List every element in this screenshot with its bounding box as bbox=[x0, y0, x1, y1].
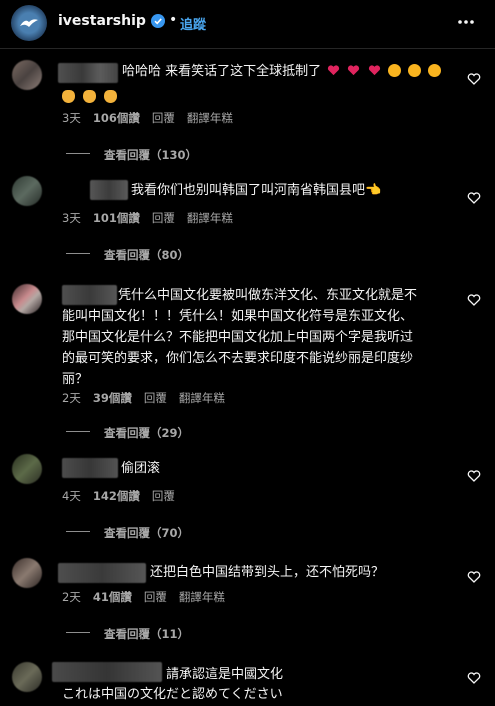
comment-text-line: 丽？ bbox=[62, 372, 89, 387]
comment-text: 偷团滚 bbox=[121, 461, 161, 476]
comment-time: 3天 bbox=[62, 211, 81, 225]
comment-text-line: これは中国の文化だと認めてください bbox=[62, 687, 283, 702]
view-replies-button[interactable]: 查看回覆（130） bbox=[104, 147, 197, 163]
emoji-row-1 bbox=[327, 64, 444, 79]
comment-avatar[interactable] bbox=[12, 60, 42, 90]
likes-count[interactable]: 41個讚 bbox=[93, 590, 132, 604]
like-heart-icon[interactable] bbox=[467, 570, 481, 584]
star-eyes-emoji-icon bbox=[407, 64, 421, 77]
replies-divider bbox=[66, 632, 90, 633]
red-heart-emoji-icon bbox=[328, 65, 340, 76]
commenter-name-blurred[interactable] bbox=[58, 63, 118, 83]
separator-dot: • bbox=[169, 12, 178, 28]
like-heart-icon[interactable] bbox=[467, 469, 481, 483]
translate-button[interactable]: 翻譯年糕 bbox=[187, 111, 233, 125]
clapping-hands-emoji-icon bbox=[83, 90, 97, 103]
verified-badge-icon bbox=[151, 14, 165, 28]
comment-meta: 3天 106個讚 回覆 翻譯年糕 bbox=[62, 110, 245, 126]
likes-count[interactable]: 39個讚 bbox=[93, 391, 132, 405]
comment-meta: 2天 39個讚 回覆 翻譯年糕 bbox=[62, 390, 237, 406]
likes-count[interactable]: 142個讚 bbox=[93, 489, 140, 503]
comment-text: 哈哈哈 来看笑话了这下全球抵制了 bbox=[122, 61, 444, 82]
account-name[interactable]: ivestarship bbox=[58, 13, 146, 29]
reply-button[interactable]: 回覆 bbox=[144, 590, 167, 604]
like-heart-icon[interactable] bbox=[467, 191, 481, 205]
post-header: ivestarship • 追蹤 bbox=[0, 0, 495, 49]
likes-count[interactable]: 106個讚 bbox=[93, 111, 140, 125]
clapping-hands-emoji-icon bbox=[62, 90, 75, 103]
comment-text: 还把白色中国结带到头上，还不怕死吗？ bbox=[150, 565, 385, 580]
translate-button[interactable]: 翻譯年糕 bbox=[179, 391, 225, 405]
clapping-hands-emoji-icon bbox=[104, 90, 118, 103]
comment-text: 我看你们也别叫韩国了叫河南省韩国县吧👈 bbox=[131, 183, 382, 198]
view-replies-button[interactable]: 查看回覆（29） bbox=[104, 425, 189, 441]
more-options-icon[interactable] bbox=[456, 12, 476, 32]
replies-divider bbox=[66, 253, 90, 254]
account-avatar[interactable] bbox=[11, 5, 47, 41]
comment-text: 請承認這是中國文化 bbox=[166, 667, 284, 682]
like-heart-icon[interactable] bbox=[467, 671, 481, 685]
comment-time: 2天 bbox=[62, 391, 81, 405]
commenter-name-blurred[interactable] bbox=[58, 563, 146, 583]
follow-button[interactable]: 追蹤 bbox=[180, 14, 206, 33]
comment-avatar[interactable] bbox=[12, 284, 42, 314]
comment-avatar[interactable] bbox=[12, 662, 42, 692]
reply-button[interactable]: 回覆 bbox=[152, 111, 175, 125]
red-heart-emoji-icon bbox=[368, 65, 380, 76]
starship-logo-icon bbox=[20, 19, 38, 27]
comment-time: 3天 bbox=[62, 111, 81, 125]
comment-avatar[interactable] bbox=[12, 176, 42, 206]
reply-button[interactable]: 回覆 bbox=[144, 391, 167, 405]
star-eyes-emoji-icon bbox=[427, 64, 441, 77]
like-heart-icon[interactable] bbox=[467, 72, 481, 86]
replies-divider bbox=[66, 531, 90, 532]
view-replies-button[interactable]: 查看回覆（80） bbox=[104, 247, 189, 263]
commenter-name-blurred[interactable] bbox=[52, 662, 162, 682]
commenter-name-blurred[interactable] bbox=[90, 180, 128, 200]
comment-time: 2天 bbox=[62, 590, 81, 604]
replies-divider bbox=[66, 431, 90, 432]
comment-text-line: 能叫中国文化！！！凭什么！如果中国文化符号是东亚文化、 bbox=[62, 309, 414, 324]
reply-button[interactable]: 回覆 bbox=[152, 489, 175, 503]
translate-button[interactable]: 翻譯年糕 bbox=[187, 211, 233, 225]
comment-text: 凭什么中国文化要被叫做东洋文化、东亚文化就是不 bbox=[118, 288, 418, 303]
comment-avatar[interactable] bbox=[12, 454, 42, 484]
commenter-name-blurred[interactable] bbox=[62, 458, 118, 478]
view-replies-button[interactable]: 查看回覆（11） bbox=[104, 626, 189, 642]
like-heart-icon[interactable] bbox=[467, 293, 481, 307]
comment-meta: 4天 142個讚 回覆 bbox=[62, 488, 187, 504]
comment-text-line: 的最可笑的要求，你们怎么不去要求印度不能说纱丽是印度纱 bbox=[62, 351, 414, 366]
comment-avatar[interactable] bbox=[12, 558, 42, 588]
comment-meta: 3天 101個讚 回覆 翻譯年糕 bbox=[62, 210, 245, 226]
likes-count[interactable]: 101個讚 bbox=[93, 211, 140, 225]
reply-button[interactable]: 回覆 bbox=[152, 211, 175, 225]
emoji-row-2 bbox=[62, 86, 120, 105]
red-heart-emoji-icon bbox=[348, 65, 360, 76]
comment-text-line: 那中国文化是什么？不能把中国文化加上中国两个字是我听过 bbox=[62, 330, 414, 345]
comment-meta: 2天 41個讚 回覆 翻譯年糕 bbox=[62, 589, 237, 605]
view-replies-button[interactable]: 查看回覆（70） bbox=[104, 525, 189, 541]
commenter-name-blurred[interactable] bbox=[62, 285, 117, 305]
comment-time: 4天 bbox=[62, 489, 81, 503]
star-eyes-emoji-icon bbox=[387, 64, 401, 77]
replies-divider bbox=[66, 153, 90, 154]
translate-button[interactable]: 翻譯年糕 bbox=[179, 590, 225, 604]
